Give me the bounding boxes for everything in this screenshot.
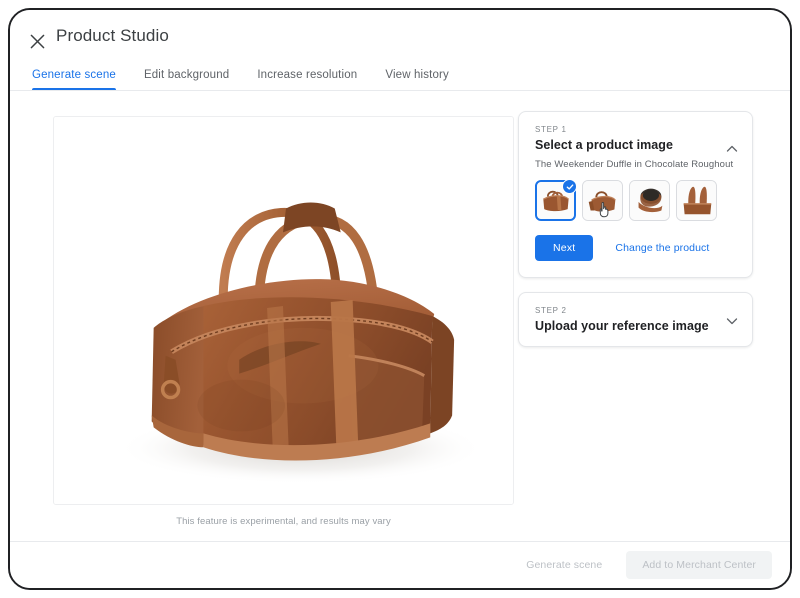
tab-increase-resolution[interactable]: Increase resolution (243, 69, 371, 90)
next-button[interactable]: Next (535, 235, 594, 261)
steps-panel: STEP 1 Select a product image The Weeken… (518, 111, 753, 347)
step-1-card: STEP 1 Select a product image The Weeken… (518, 111, 753, 278)
tab-bar: Generate scene Edit background Increase … (24, 62, 463, 90)
product-thumbnail-2[interactable] (582, 180, 623, 221)
step-2-heading: Upload your reference image (535, 319, 709, 333)
tab-edit-background[interactable]: Edit background (130, 69, 243, 90)
step-2-card[interactable]: STEP 2 Upload your reference image (518, 292, 753, 347)
main-content: This feature is experimental, and result… (10, 91, 790, 542)
experimental-note: This feature is experimental, and result… (176, 516, 391, 527)
product-thumbnail-strip (535, 179, 736, 221)
chevron-up-icon[interactable] (725, 142, 739, 156)
product-studio-window: Product Studio Generate scene Edit backg… (8, 8, 792, 590)
product-image-canvas[interactable] (53, 116, 514, 505)
product-thumbnail-4[interactable] (676, 180, 717, 221)
step-1-actions: Next Change the product (535, 235, 736, 261)
check-circle-icon (562, 179, 577, 194)
chevron-down-icon[interactable] (725, 314, 739, 328)
footer-bar: Generate scene Add to Merchant Center (10, 542, 790, 588)
thumbnail-image-2 (583, 181, 622, 220)
step-1-heading: Select a product image (535, 138, 673, 152)
step-1-eyebrow: STEP 1 (535, 125, 567, 134)
add-to-merchant-center-button[interactable]: Add to Merchant Center (626, 551, 772, 579)
page-title: Product Studio (56, 26, 169, 45)
tab-view-history[interactable]: View history (371, 69, 463, 90)
generate-scene-button[interactable]: Generate scene (512, 552, 616, 578)
product-hero-image (54, 117, 513, 504)
product-thumbnail-3[interactable] (629, 180, 670, 221)
change-product-link[interactable]: Change the product (615, 242, 709, 254)
step-2-eyebrow: STEP 2 (535, 306, 567, 315)
thumbnail-image-4 (677, 181, 716, 220)
tab-generate-scene[interactable]: Generate scene (24, 69, 130, 90)
close-icon[interactable] (24, 28, 50, 54)
product-thumbnail-1[interactable] (535, 179, 577, 221)
selected-product-name: The Weekender Duffle in Chocolate Rougho… (535, 159, 734, 170)
thumbnail-image-3 (630, 181, 669, 220)
